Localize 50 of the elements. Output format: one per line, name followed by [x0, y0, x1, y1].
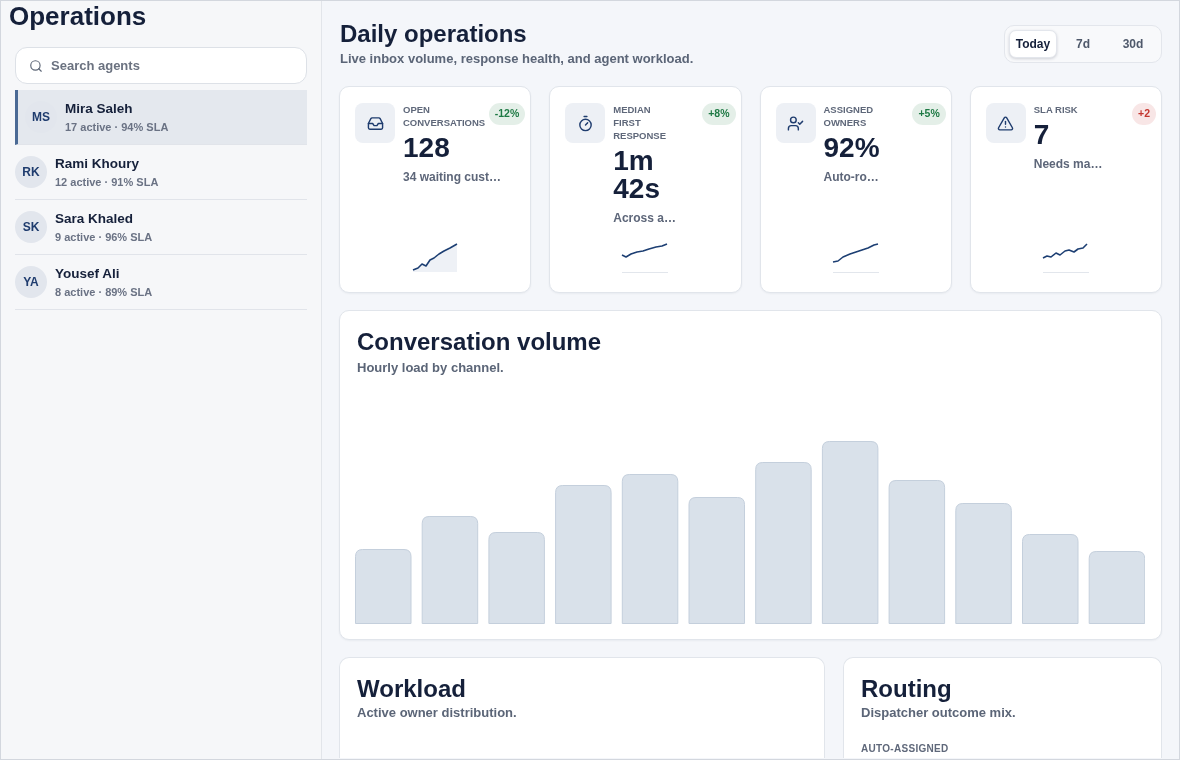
user-check-icon: [775, 103, 816, 143]
sidebar-title: Operations: [8, 1, 147, 31]
kpi-value: 128: [403, 134, 450, 162]
card-title: Workload: [357, 675, 466, 703]
agent-avatar: YA: [15, 266, 47, 298]
card-title: Routing: [861, 675, 952, 703]
card-subtitle: Dispatcher outcome mix.: [861, 705, 1016, 721]
agent-stats: 9 active · 96% SLA: [55, 230, 153, 244]
agent-name: Sara Khaled: [55, 210, 135, 228]
stopwatch-icon: [565, 103, 606, 143]
agent-list-item[interactable]: YA Yousef Ali 8 active · 89% SLA: [15, 255, 307, 310]
card-subtitle: Hourly load by channel.: [357, 360, 504, 376]
card-title: Conversation volume: [357, 328, 602, 356]
kpi-note: Across a…: [613, 210, 676, 226]
kpi-value: 92%: [823, 134, 880, 162]
agent-name: Yousef Ali: [55, 265, 121, 283]
warning-icon: [985, 103, 1026, 143]
kpi-note: Auto-ro…: [823, 169, 879, 185]
agent-avatar: SK: [15, 211, 47, 243]
kpi-label: OPEN CONVERSATIONS: [403, 103, 486, 129]
kpi-note: Needs ma…: [1033, 156, 1103, 172]
agent-list-item[interactable]: MS Mira Saleh 17 active · 94% SLA: [15, 90, 307, 145]
page-title: Daily operations: [339, 19, 528, 49]
trend-badge: -12%: [488, 103, 526, 125]
kpi-label: MEDIAN FIRST RESPONSE: [613, 103, 668, 142]
agent-list-item[interactable]: RK Rami Khoury 12 active · 91% SLA: [15, 145, 307, 200]
kpi-note: 34 waiting cust…: [403, 169, 502, 185]
kpi-label: ASSIGNED OWNERS: [823, 103, 875, 129]
trend-badge: +5%: [912, 103, 946, 125]
range-tab[interactable]: 30d: [1109, 30, 1157, 58]
agent-list-item[interactable]: SK Sara Khaled 9 active · 96% SLA: [15, 200, 307, 255]
kpi-value: 7: [1033, 121, 1050, 149]
agent-stats: 12 active · 91% SLA: [55, 175, 159, 189]
search-field[interactable]: Search agents: [15, 47, 307, 84]
range-tab[interactable]: Today: [1009, 30, 1057, 58]
agent-stats: 17 active · 94% SLA: [65, 120, 169, 134]
inbox-icon: [355, 103, 395, 143]
search-icon: [29, 59, 43, 73]
card-subtitle: Active owner distribution.: [357, 705, 517, 721]
agent-avatar: RK: [15, 156, 47, 188]
trend-badge: +2: [1132, 103, 1156, 125]
kpi-value: 1m 42s: [613, 147, 660, 203]
page-subtitle: Live inbox volume, response health, and agent workload.: [339, 51, 694, 67]
trend-badge: +8%: [702, 103, 736, 125]
agent-name: Mira Saleh: [65, 100, 134, 118]
kpi-label: SLA RISK: [1033, 103, 1079, 116]
outcome-label: AUTO-ASSIGNED: [861, 743, 949, 755]
range-tab[interactable]: 7d: [1059, 30, 1107, 58]
agent-stats: 8 active · 89% SLA: [55, 285, 153, 299]
agent-name: Rami Khoury: [55, 155, 140, 173]
